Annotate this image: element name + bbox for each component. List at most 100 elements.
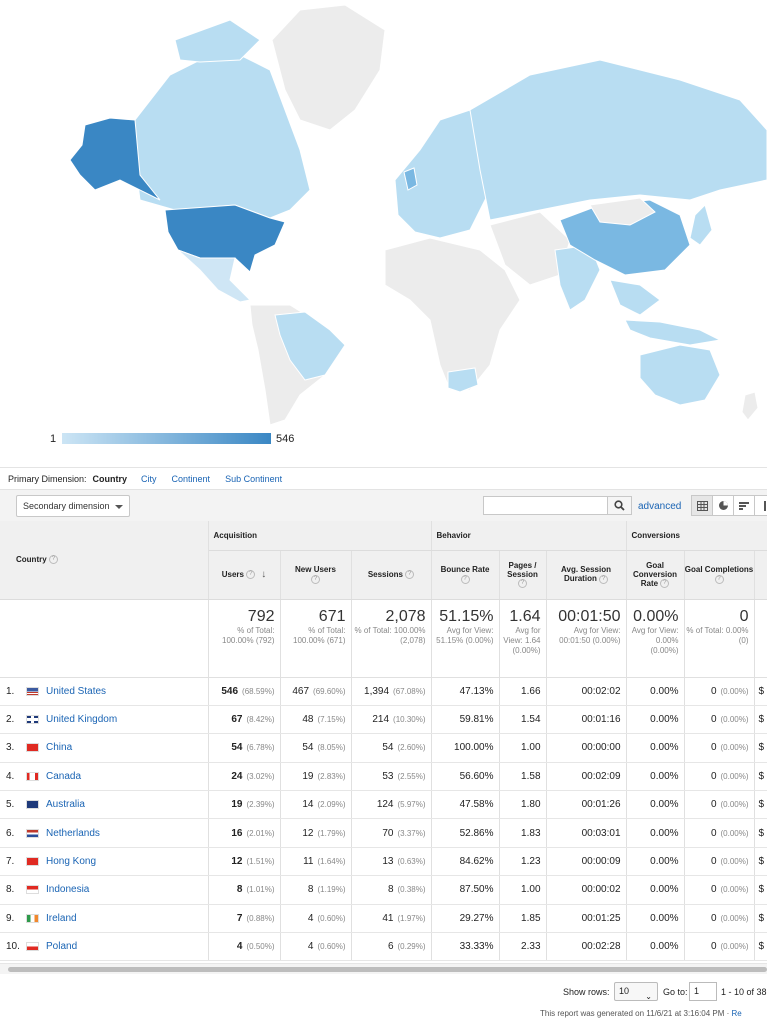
dimension-option-sub-continent[interactable]: Sub Continent <box>225 474 282 484</box>
bounce-rate-cell: 59.81% <box>431 705 500 735</box>
help-icon[interactable]: ? <box>518 579 528 589</box>
country-link[interactable]: United States <box>46 686 106 697</box>
pages-session-cell: 1.58 <box>499 762 547 792</box>
sessions-value: 214 <box>372 714 390 726</box>
help-icon[interactable]: ? <box>599 574 609 584</box>
help-icon[interactable]: ? <box>48 555 58 565</box>
goal-completions-column-header[interactable]: Goal Completions? <box>684 550 755 600</box>
map-region-south-africa <box>447 367 479 393</box>
users-column-header[interactable]: Users ? ↓ <box>208 550 281 600</box>
world-map[interactable]: 1 546 <box>0 0 767 465</box>
country-link[interactable]: Ireland <box>46 913 77 924</box>
map-legend-gradient <box>62 433 271 444</box>
map-region-russia <box>469 59 767 221</box>
horizontal-scrollbar[interactable] <box>0 963 767 974</box>
goto-input[interactable]: 1 <box>689 982 717 1001</box>
goal-completions-value: 0 <box>710 742 717 754</box>
map-region-japan <box>689 204 713 246</box>
new-users-percent: (0.60%) <box>317 913 346 923</box>
table-view-button[interactable] <box>691 495 713 516</box>
users-percent: (2.01%) <box>246 828 275 838</box>
chevron-down-icon: ⌄ <box>645 992 652 1001</box>
sessions-value: 53 <box>382 770 394 782</box>
table-row[interactable]: 9. Ireland 7 (0.88%) 4 (0.60%) 41 (1.97%) 29.27%… <box>0 904 767 934</box>
sessions-cell: 124 (5.97%) <box>351 790 432 820</box>
country-link[interactable]: China <box>46 742 72 753</box>
secondary-dimension-dropdown[interactable]: Secondary dimension <box>16 495 130 517</box>
sessions-value: 41 <box>382 912 394 924</box>
avg-session-column-header[interactable]: Avg. Session Duration ? <box>546 550 627 600</box>
country-cell: 8. Indonesia <box>0 875 209 905</box>
table-row[interactable]: 1. United States 546 (68.59%) 467 (69.60%) 1,3… <box>0 677 767 706</box>
map-region-greenland <box>271 4 386 131</box>
goal-completions-value: 0 <box>710 685 717 697</box>
country-link[interactable]: Canada <box>46 771 81 782</box>
pages-session-column-header[interactable]: Pages / Session? <box>499 550 547 600</box>
goal-value-cell: $ <box>754 904 767 934</box>
avg-duration-cell: 00:02:28 <box>546 932 627 961</box>
help-icon[interactable]: ? <box>246 570 256 580</box>
country-link[interactable]: Indonesia <box>46 884 89 895</box>
goal-conversion-column-header[interactable]: Goal Conversion Rate ? <box>626 550 685 600</box>
sessions-cell: 214 (10.30%) <box>351 705 432 735</box>
goal-completions-header-label: Goal Completions <box>684 565 754 575</box>
report-footer: This report was generated on 11/6/21 at … <box>540 1009 742 1018</box>
table-row[interactable]: 8. Indonesia 8 (1.01%) 8 (1.19%) 8 (0.38%) 87.50… <box>0 875 767 905</box>
comparison-view-button[interactable] <box>754 495 767 516</box>
goal-value-cell: $ <box>754 705 767 735</box>
country-link[interactable]: Poland <box>46 941 77 952</box>
table-row[interactable]: 4. Canada 24 (3.02%) 19 (2.83%) 53 (2.55%) 56.60… <box>0 762 767 792</box>
table-row[interactable]: 6. Netherlands 16 (2.01%) 12 (1.79%) 70 (3.37%)… <box>0 818 767 848</box>
new-users-column-header[interactable]: New Users? <box>280 550 352 600</box>
goal-value-column-header[interactable]: G <box>754 550 767 600</box>
help-icon[interactable]: ? <box>405 570 415 580</box>
country-link[interactable]: United Kingdom <box>46 714 117 725</box>
pagination: Show rows: 10 ⌄ Go to: 1 1 - 10 of 38 <box>0 979 767 1004</box>
performance-view-button[interactable] <box>733 495 755 516</box>
avg-duration-cell: 00:02:02 <box>546 677 627 706</box>
scrollbar-thumb[interactable] <box>8 967 767 972</box>
chevron-down-icon <box>115 505 123 509</box>
table-row[interactable]: 5. Australia 19 (2.39%) 14 (2.09%) 124 (5.97%) 4… <box>0 790 767 820</box>
country-link[interactable]: Netherlands <box>46 828 100 839</box>
country-link[interactable]: Australia <box>46 799 85 810</box>
help-icon[interactable]: ? <box>714 574 724 584</box>
sessions-cell: 6 (0.29%) <box>351 932 432 961</box>
show-rows-select[interactable]: 10 ⌄ <box>614 982 658 1001</box>
users-cell: 12 (1.51%) <box>208 847 281 877</box>
table-row[interactable]: 3. China 54 (6.78%) 54 (8.05%) 54 (2.60%) 100.00… <box>0 733 767 763</box>
table-row[interactable]: 10. Poland 4 (0.50%) 4 (0.60%) 6 (0.29%) 33.33% 2… <box>0 932 767 961</box>
flag-icon <box>26 828 39 838</box>
new-users-percent: (1.79%) <box>317 828 346 838</box>
help-icon[interactable]: ? <box>311 574 320 584</box>
new-users-value: 8 <box>307 884 314 896</box>
dimension-option-city[interactable]: City <box>141 474 157 484</box>
footer-text: This report was generated on 11/6/21 at … <box>540 1009 732 1018</box>
new-users-header-label: New Users <box>295 565 336 575</box>
sessions-percent: (67.08%) <box>393 686 426 696</box>
help-icon[interactable]: ? <box>460 574 470 584</box>
bounce-rate-cell: 29.27% <box>431 904 500 934</box>
users-cell: 8 (1.01%) <box>208 875 281 905</box>
advanced-filter-link[interactable]: advanced <box>638 501 681 512</box>
table-search-input[interactable] <box>483 496 608 515</box>
table-row[interactable]: 2. United Kingdom 67 (8.42%) 48 (7.15%) 214 (10… <box>0 705 767 735</box>
dimension-option-continent[interactable]: Continent <box>172 474 211 484</box>
flag-icon <box>26 885 39 895</box>
help-icon[interactable]: ? <box>660 579 670 589</box>
bounce-rate-column-header[interactable]: Bounce Rate? <box>431 550 500 600</box>
flag-icon <box>26 942 39 952</box>
sessions-value: 124 <box>376 799 394 811</box>
country-link[interactable]: Hong Kong <box>46 856 96 867</box>
users-header-label: Users <box>221 570 244 579</box>
new-users-value: 467 <box>292 685 310 697</box>
new-users-cell: 14 (2.09%) <box>280 790 352 820</box>
explorer-table: Country ? Acquisition Behavior Conversio… <box>0 521 767 961</box>
pie-view-button[interactable] <box>712 495 734 516</box>
footer-link[interactable]: Re <box>732 1009 742 1018</box>
search-button[interactable] <box>608 496 632 515</box>
country-cell: 10. Poland <box>0 932 209 961</box>
country-column-header[interactable]: Country ? <box>0 521 209 600</box>
sessions-column-header[interactable]: Sessions ? <box>351 550 432 600</box>
table-row[interactable]: 7. Hong Kong 12 (1.51%) 11 (1.64%) 13 (0.63%) 84… <box>0 847 767 877</box>
